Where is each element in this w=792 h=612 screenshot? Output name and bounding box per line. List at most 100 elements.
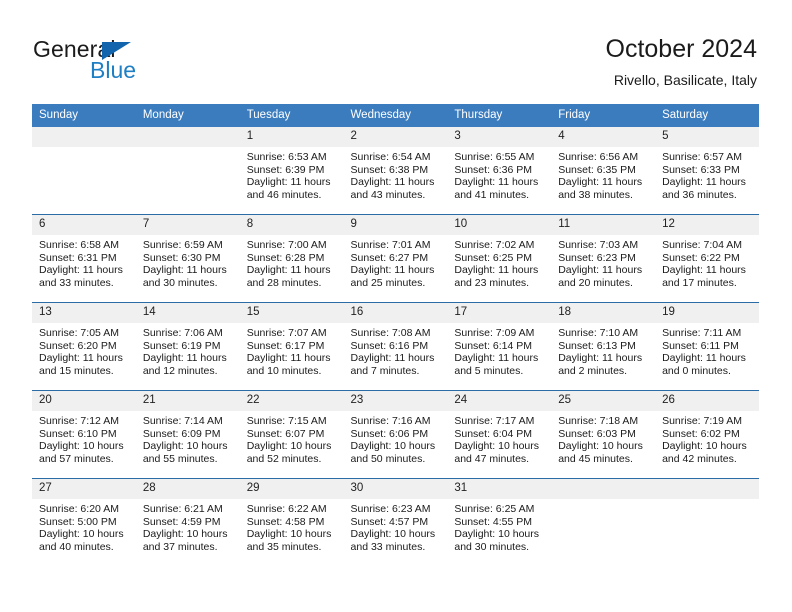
calendar-day-cell[interactable]: 5 Sunrise: 6:57 AM Sunset: 6:33 PM Daylight… bbox=[655, 127, 759, 215]
day-cell-inner: 7 Sunrise: 6:59 AM Sunset: 6:30 PM Daylight… bbox=[135, 215, 240, 302]
calendar-day-cell[interactable]: 9 Sunrise: 7:01 AM Sunset: 6:27 PM Daylight… bbox=[343, 214, 448, 303]
day-cell-inner: 21 Sunrise: 7:14 AM Sunset: 6:09 PM Dayligh… bbox=[135, 391, 240, 478]
calendar-day-cell[interactable]: 23 Sunrise: 7:16 AM Sunset: 6:06 PM Dayligh… bbox=[343, 390, 448, 479]
sunset-text: Sunset: 6:22 PM bbox=[662, 251, 740, 264]
calendar-day-cell[interactable]: 7 Sunrise: 6:59 AM Sunset: 6:30 PM Daylight… bbox=[135, 214, 240, 303]
sunrise-text: Sunrise: 6:58 AM bbox=[39, 239, 119, 251]
sunrise-text: Sunrise: 6:54 AM bbox=[350, 151, 431, 163]
calendar-day-cell[interactable]: 20 Sunrise: 7:12 AM Sunset: 6:10 PM Dayligh… bbox=[32, 390, 136, 479]
day-cell-inner: 10 Sunrise: 7:02 AM Sunset: 6:25 PM Dayligh… bbox=[447, 215, 552, 302]
day-details: Sunrise: 7:17 AM Sunset: 6:04 PM Daylight:… bbox=[447, 411, 551, 466]
calendar-day-cell[interactable]: 16 Sunrise: 7:08 AM Sunset: 6:16 PM Dayligh… bbox=[343, 302, 448, 391]
day-number: 30 bbox=[343, 479, 448, 499]
calendar-body: 1 Sunrise: 6:53 AM Sunset: 6:39 PM Daylight… bbox=[32, 127, 759, 566]
day-number bbox=[655, 479, 759, 499]
general-blue-logo[interactable]: General Blue bbox=[33, 38, 233, 86]
calendar-day-cell[interactable]: 18 Sunrise: 7:10 AM Sunset: 6:13 PM Dayligh… bbox=[551, 302, 656, 391]
calendar-day-cell[interactable]: 15 Sunrise: 7:07 AM Sunset: 6:17 PM Dayligh… bbox=[239, 302, 344, 391]
day-number: 2 bbox=[343, 127, 448, 147]
page-title: October 2024 bbox=[605, 35, 758, 63]
day-cell-inner: 8 Sunrise: 7:00 AM Sunset: 6:28 PM Daylight… bbox=[239, 215, 344, 302]
weekday-header-tuesday: Tuesday bbox=[239, 104, 344, 127]
sunrise-text: Sunrise: 7:19 AM bbox=[662, 415, 743, 427]
daylight-text-line1: Daylight: 10 hours bbox=[454, 440, 540, 453]
calendar-day-cell[interactable]: 8 Sunrise: 7:00 AM Sunset: 6:28 PM Daylight… bbox=[239, 214, 344, 303]
sunrise-text: Sunrise: 7:09 AM bbox=[454, 327, 535, 339]
sunset-text: Sunset: 6:35 PM bbox=[558, 163, 636, 176]
day-number: 18 bbox=[551, 303, 656, 323]
sunrise-text: Sunrise: 7:03 AM bbox=[558, 239, 639, 251]
calendar-day-cell[interactable]: 17 Sunrise: 7:09 AM Sunset: 6:14 PM Dayligh… bbox=[447, 302, 552, 391]
calendar-day-cell[interactable]: 22 Sunrise: 7:15 AM Sunset: 6:07 PM Dayligh… bbox=[239, 390, 344, 479]
calendar-day-cell[interactable]: 27 Sunrise: 6:20 AM Sunset: 5:00 PM Dayligh… bbox=[32, 478, 136, 566]
sunrise-text: Sunrise: 7:17 AM bbox=[454, 415, 535, 427]
daylight-text-line1: Daylight: 10 hours bbox=[246, 528, 332, 541]
calendar-day-cell[interactable]: 29 Sunrise: 6:22 AM Sunset: 4:58 PM Dayligh… bbox=[239, 478, 344, 566]
day-details: Sunrise: 7:02 AM Sunset: 6:25 PM Daylight:… bbox=[447, 235, 551, 290]
calendar-day-cell[interactable]: 3 Sunrise: 6:55 AM Sunset: 6:36 PM Daylight… bbox=[447, 127, 552, 215]
calendar-day-cell[interactable]: 19 Sunrise: 7:11 AM Sunset: 6:11 PM Dayligh… bbox=[655, 302, 759, 391]
day-details: Sunrise: 7:19 AM Sunset: 6:02 PM Daylight:… bbox=[655, 411, 759, 466]
day-details: Sunrise: 6:23 AM Sunset: 4:57 PM Daylight:… bbox=[344, 499, 448, 554]
sunrise-text: Sunrise: 7:07 AM bbox=[246, 327, 327, 339]
calendar-day-cell[interactable]: 13 Sunrise: 7:05 AM Sunset: 6:20 PM Dayligh… bbox=[32, 302, 136, 391]
sunset-text: Sunset: 6:38 PM bbox=[350, 163, 429, 176]
daylight-text-line1: Daylight: 11 hours bbox=[454, 176, 539, 189]
daylight-text-line1: Daylight: 10 hours bbox=[350, 440, 436, 453]
day-details: Sunrise: 7:01 AM Sunset: 6:27 PM Daylight:… bbox=[344, 235, 448, 290]
day-details: Sunrise: 7:07 AM Sunset: 6:17 PM Daylight:… bbox=[240, 323, 344, 378]
day-number: 19 bbox=[655, 303, 759, 323]
day-number: 31 bbox=[447, 479, 552, 499]
calendar-day-cell[interactable]: 31 Sunrise: 6:25 AM Sunset: 4:55 PM Dayligh… bbox=[447, 478, 552, 566]
calendar-day-cell[interactable]: 14 Sunrise: 7:06 AM Sunset: 6:19 PM Dayligh… bbox=[135, 302, 240, 391]
calendar-day-cell-empty bbox=[32, 127, 136, 215]
sunrise-text: Sunrise: 6:22 AM bbox=[246, 503, 327, 515]
daylight-text-line2: and 50 minutes. bbox=[350, 453, 426, 466]
daylight-text-line1: Daylight: 11 hours bbox=[558, 176, 643, 189]
sunrise-text: Sunrise: 7:16 AM bbox=[350, 415, 431, 427]
day-cell-inner: 15 Sunrise: 7:07 AM Sunset: 6:17 PM Dayligh… bbox=[239, 303, 344, 390]
sunrise-text: Sunrise: 7:00 AM bbox=[246, 239, 327, 251]
calendar-day-cell[interactable]: 28 Sunrise: 6:21 AM Sunset: 4:59 PM Dayligh… bbox=[135, 478, 240, 566]
sunset-text: Sunset: 6:11 PM bbox=[662, 339, 739, 352]
sunrise-text: Sunrise: 6:57 AM bbox=[662, 151, 743, 163]
calendar-day-cell[interactable]: 11 Sunrise: 7:03 AM Sunset: 6:23 PM Dayligh… bbox=[551, 214, 656, 303]
logo-text-blue: Blue bbox=[90, 57, 137, 83]
day-details: Sunrise: 6:54 AM Sunset: 6:38 PM Daylight:… bbox=[344, 147, 448, 202]
day-cell-inner bbox=[551, 479, 656, 566]
daylight-text-line2: and 36 minutes. bbox=[662, 189, 737, 202]
calendar-day-cell[interactable]: 1 Sunrise: 6:53 AM Sunset: 6:39 PM Daylight… bbox=[239, 127, 344, 215]
daylight-text-line2: and 28 minutes. bbox=[246, 277, 322, 290]
calendar-week-row: 13 Sunrise: 7:05 AM Sunset: 6:20 PM Dayligh… bbox=[32, 302, 759, 391]
day-cell-inner: 11 Sunrise: 7:03 AM Sunset: 6:23 PM Dayligh… bbox=[551, 215, 656, 302]
day-number: 26 bbox=[655, 391, 759, 411]
daylight-text-line1: Daylight: 11 hours bbox=[350, 176, 435, 189]
calendar-day-cell[interactable]: 26 Sunrise: 7:19 AM Sunset: 6:02 PM Dayligh… bbox=[655, 390, 759, 479]
day-cell-inner: 24 Sunrise: 7:17 AM Sunset: 6:04 PM Dayligh… bbox=[447, 391, 552, 478]
sunrise-text: Sunrise: 6:21 AM bbox=[142, 503, 223, 515]
calendar-day-cell[interactable]: 21 Sunrise: 7:14 AM Sunset: 6:09 PM Dayligh… bbox=[135, 390, 240, 479]
daylight-text-line2: and 30 minutes. bbox=[454, 541, 530, 554]
calendar-day-cell[interactable]: 30 Sunrise: 6:23 AM Sunset: 4:57 PM Dayligh… bbox=[343, 478, 448, 566]
day-number bbox=[551, 479, 656, 499]
daylight-text-line2: and 5 minutes. bbox=[454, 365, 524, 378]
calendar-day-cell[interactable]: 4 Sunrise: 6:56 AM Sunset: 6:35 PM Daylight… bbox=[551, 127, 656, 215]
day-cell-inner: 1 Sunrise: 6:53 AM Sunset: 6:39 PM Daylight… bbox=[239, 127, 344, 214]
calendar-day-cell[interactable]: 12 Sunrise: 7:04 AM Sunset: 6:22 PM Dayligh… bbox=[655, 214, 759, 303]
sunset-text: Sunset: 6:27 PM bbox=[350, 251, 429, 264]
sunset-text: Sunset: 6:36 PM bbox=[454, 163, 533, 176]
calendar-day-cell[interactable]: 6 Sunrise: 6:58 AM Sunset: 6:31 PM Daylight… bbox=[32, 214, 136, 303]
day-number: 1 bbox=[239, 127, 344, 147]
day-cell-inner bbox=[32, 127, 136, 214]
calendar-day-cell[interactable]: 10 Sunrise: 7:02 AM Sunset: 6:25 PM Dayligh… bbox=[447, 214, 552, 303]
calendar-day-cell[interactable]: 24 Sunrise: 7:17 AM Sunset: 6:04 PM Dayligh… bbox=[447, 390, 552, 479]
calendar-day-cell[interactable]: 25 Sunrise: 7:18 AM Sunset: 6:03 PM Dayligh… bbox=[551, 390, 656, 479]
sunrise-text: Sunrise: 7:08 AM bbox=[350, 327, 431, 339]
day-cell-inner: 23 Sunrise: 7:16 AM Sunset: 6:06 PM Dayligh… bbox=[343, 391, 448, 478]
calendar-day-cell[interactable]: 2 Sunrise: 6:54 AM Sunset: 6:38 PM Daylight… bbox=[343, 127, 448, 215]
day-number: 20 bbox=[32, 391, 136, 411]
daylight-text-line1: Daylight: 11 hours bbox=[454, 264, 539, 277]
daylight-text-line1: Daylight: 11 hours bbox=[142, 264, 227, 277]
day-details: Sunrise: 7:04 AM Sunset: 6:22 PM Daylight:… bbox=[655, 235, 759, 290]
sunset-text: Sunset: 6:39 PM bbox=[246, 163, 325, 176]
